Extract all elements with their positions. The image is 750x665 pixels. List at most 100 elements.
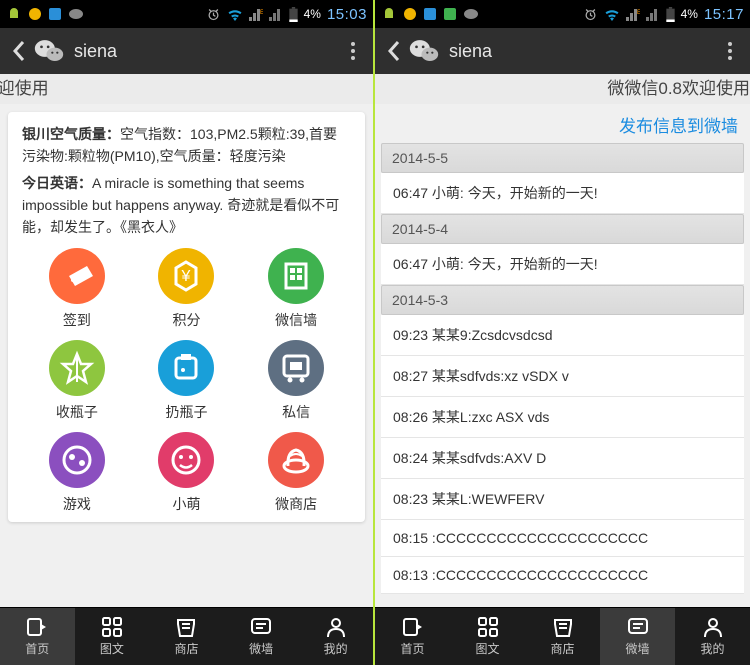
nav-item-0[interactable]: 首页 xyxy=(375,608,450,665)
grid-label: 私信 xyxy=(282,402,310,422)
wall-post[interactable]: 09:23 某某9:Zcsdcvsdcsd xyxy=(381,315,744,356)
svg-text:E: E xyxy=(260,10,263,16)
date-header: 2014-5-4 xyxy=(381,214,744,244)
grid-label: 签到 xyxy=(63,310,91,330)
info-card: 银川空气质量：空气指数：103,PM2.5颗粒:39,首要污染物:颗粒物(PM1… xyxy=(8,112,365,522)
wechat-icon xyxy=(409,38,439,64)
wall-post[interactable]: 06:47 小萌: 今天，开始新的一天! xyxy=(381,173,744,214)
signal-icon-2 xyxy=(646,8,660,21)
back-icon[interactable] xyxy=(12,40,26,62)
grid-label: 扔瓶子 xyxy=(165,402,207,422)
wall-post[interactable]: 08:13 :CCCCCCCCCCCCCCCCCCCCC xyxy=(381,557,744,594)
back-icon[interactable] xyxy=(387,40,401,62)
nav-icon xyxy=(702,616,724,638)
grid-item-2[interactable]: 微信墙 xyxy=(241,248,351,330)
grid-item-5[interactable]: 私信 xyxy=(241,340,351,422)
grid-item-4[interactable]: 扔瓶子 xyxy=(132,340,242,422)
nav-icon xyxy=(325,616,347,638)
signal-icon-2 xyxy=(269,8,283,21)
wall-post[interactable]: 06:47 小萌: 今天，开始新的一天! xyxy=(381,244,744,285)
nav-icon xyxy=(25,616,49,638)
svg-text:E: E xyxy=(637,10,640,16)
content-area: 银川空气质量：空气指数：103,PM2.5颗粒:39,首要污染物:颗粒物(PM1… xyxy=(0,104,373,607)
grid-icon xyxy=(49,432,105,488)
svg-text:¥: ¥ xyxy=(181,268,191,285)
overflow-menu-icon[interactable] xyxy=(345,36,361,66)
grid-item-3[interactable]: 收瓶子 xyxy=(22,340,132,422)
signal-icon: E xyxy=(626,8,640,21)
nav-icon xyxy=(101,616,123,638)
android-icon xyxy=(381,6,397,22)
android-icon xyxy=(6,6,22,22)
wechat-icon xyxy=(34,38,64,64)
nav-item-4[interactable]: 我的 xyxy=(675,608,750,665)
wall-post[interactable]: 08:27 某某sdfvds:xz vSDX v xyxy=(381,356,744,397)
nav-icon xyxy=(401,616,425,638)
grid-icon: ¥ xyxy=(158,248,214,304)
alarm-icon xyxy=(206,7,221,22)
bottom-nav: 首页 图文 商店微墙 我的 xyxy=(0,607,373,665)
nav-label: 商店 xyxy=(550,640,574,657)
nav-item-3[interactable]: 微墙 xyxy=(600,608,675,665)
nav-label: 首页 xyxy=(400,640,424,657)
nav-icon xyxy=(477,616,499,638)
status-bar: E 4% 15:03 xyxy=(0,0,373,28)
grid-item-0[interactable]: 签到 xyxy=(22,248,132,330)
overflow-menu-icon[interactable] xyxy=(722,36,738,66)
nav-icon xyxy=(626,616,650,638)
alarm-icon xyxy=(583,7,598,22)
wall-post[interactable]: 08:24 某某sdfvds:AXV D xyxy=(381,438,744,479)
nav-item-1[interactable]: 图文 xyxy=(75,608,150,665)
wall-post[interactable]: 08:15 :CCCCCCCCCCCCCCCCCCCCC xyxy=(381,520,744,557)
appbar-title: siena xyxy=(449,41,492,62)
content-area: 发布信息到微墙 2014-5-506:47 小萌: 今天，开始新的一天!2014… xyxy=(375,104,750,607)
app-icon-3 xyxy=(68,7,84,21)
app-bar: siena xyxy=(0,28,373,74)
nav-item-3[interactable]: 微墙 xyxy=(224,608,299,665)
nav-item-2[interactable]: 商店 xyxy=(149,608,224,665)
nav-label: 图文 xyxy=(100,640,124,657)
grid-icon xyxy=(268,432,324,488)
banner: 微微信0.8欢迎使用 xyxy=(375,74,750,104)
nav-label: 微墙 xyxy=(625,640,649,657)
grid-item-8[interactable]: 微商店 xyxy=(241,432,351,514)
grid-icon xyxy=(268,340,324,396)
app-icon-4 xyxy=(463,7,479,21)
nav-label: 首页 xyxy=(25,640,49,657)
wall-post[interactable]: 08:26 某某L:zxc ASX vds xyxy=(381,397,744,438)
grid-icon xyxy=(49,340,105,396)
grid-label: 收瓶子 xyxy=(56,402,98,422)
nav-item-1[interactable]: 图文 xyxy=(450,608,525,665)
status-bar: E 4% 15:17 xyxy=(375,0,750,28)
grid-icon xyxy=(268,248,324,304)
battery-percent: 4% xyxy=(681,7,698,21)
grid-icon xyxy=(158,432,214,488)
app-icon xyxy=(28,7,42,21)
grid-item-6[interactable]: 游戏 xyxy=(22,432,132,514)
grid-label: 微商店 xyxy=(275,494,317,514)
english-text: 今日英语：A miracle is something that seems i… xyxy=(22,173,351,238)
appbar-title: siena xyxy=(74,41,117,62)
nav-item-2[interactable]: 商店 xyxy=(525,608,600,665)
date-header: 2014-5-3 xyxy=(381,285,744,315)
grid-icon xyxy=(49,248,105,304)
nav-label: 微墙 xyxy=(249,640,273,657)
grid-item-7[interactable]: 小萌 xyxy=(132,432,242,514)
wifi-icon xyxy=(604,8,620,21)
grid-item-1[interactable]: ¥积分 xyxy=(132,248,242,330)
nav-icon xyxy=(249,616,273,638)
clock: 15:03 xyxy=(327,6,367,23)
bottom-nav: 首页 图文 商店 微墙 我的 xyxy=(375,607,750,665)
grid-icon xyxy=(158,340,214,396)
nav-item-0[interactable]: 首页 xyxy=(0,608,75,665)
nav-label: 图文 xyxy=(475,640,499,657)
nav-item-4[interactable]: 我的 xyxy=(298,608,373,665)
publish-link[interactable]: 发布信息到微墙 xyxy=(375,104,750,143)
grid-label: 游戏 xyxy=(63,494,91,514)
app-icon-2 xyxy=(48,7,62,21)
nav-label: 我的 xyxy=(324,640,348,657)
wall-post[interactable]: 08:23 某某L:WEWFERV xyxy=(381,479,744,520)
app-icon-3 xyxy=(443,7,457,21)
clock: 15:17 xyxy=(704,6,744,23)
phone-left: E 4% 15:03 siena 信0.8欢迎使用 银川空气质量：空气指数：10… xyxy=(0,0,375,665)
